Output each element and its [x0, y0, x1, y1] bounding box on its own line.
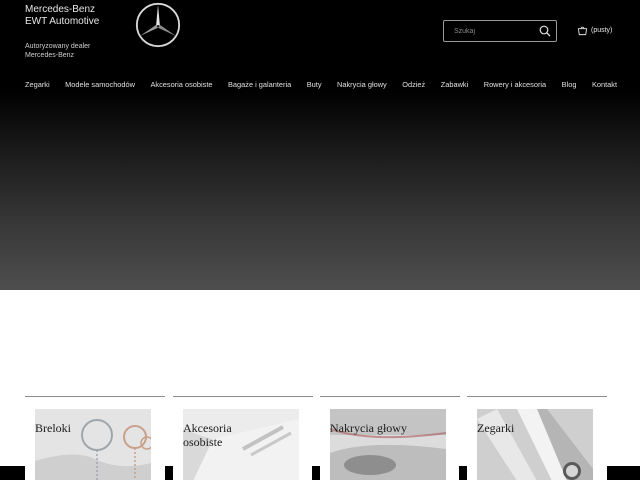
nav-nakrycia-glowy[interactable]: Nakrycia głowy — [337, 80, 387, 89]
search-box[interactable] — [443, 20, 557, 42]
main-nav: Zegarki Modele samochodów Akcesoria osob… — [25, 80, 617, 89]
category-strip-edge — [0, 466, 25, 480]
brand-block[interactable]: Mercedes-Benz EWT Automotive Autoryzowan… — [25, 4, 99, 60]
nav-zabawki[interactable]: Zabawki — [441, 80, 469, 89]
cart-link[interactable]: (pusty) — [577, 25, 612, 36]
nav-odziez[interactable]: Odzież — [402, 80, 425, 89]
category-tile-nakrycia-glowy[interactable]: Nakrycia głowy — [320, 396, 460, 480]
category-label: Zegarki — [477, 421, 515, 435]
category-tiles: Breloki Akcesoria osobiste Nakrycia głow… — [25, 396, 615, 480]
nav-akcesoria-osobiste[interactable]: Akcesoria osobiste — [150, 80, 212, 89]
category-label: Nakrycia głowy — [330, 421, 407, 435]
search-icon[interactable] — [539, 25, 551, 37]
category-tile-breloki[interactable]: Breloki — [25, 396, 165, 480]
nav-rowery-i-akcesoria[interactable]: Rowery i akcesoria — [484, 80, 546, 89]
nav-bagaze-i-galanteria[interactable]: Bagaże i galanteria — [228, 80, 291, 89]
headwear-image — [330, 409, 446, 480]
category-tile-zegarki[interactable]: Zegarki — [467, 396, 607, 480]
nav-blog[interactable]: Blog — [562, 80, 577, 89]
header-hero: Mercedes-Benz EWT Automotive Autoryzowan… — [0, 0, 640, 290]
cart-status: (pusty) — [591, 27, 613, 34]
watches-image — [477, 409, 593, 480]
search-input[interactable] — [444, 27, 529, 35]
mercedes-star-logo[interactable] — [135, 2, 181, 48]
brand-dealer-name: EWT Automotive — [25, 16, 100, 27]
nav-zegarki[interactable]: Zegarki — [25, 80, 50, 89]
nav-modele-samochodow[interactable]: Modele samochodów — [65, 80, 135, 89]
brand-tagline-1: Autoryzowany dealer — [25, 43, 91, 50]
category-label: Akcesoria osobiste — [183, 421, 232, 449]
nav-buty[interactable]: Buty — [307, 80, 322, 89]
basket-icon — [577, 26, 588, 36]
brand-name: Mercedes-Benz — [25, 4, 96, 15]
category-tile-akcesoria-osobiste[interactable]: Akcesoria osobiste — [173, 396, 313, 480]
category-label: Breloki — [35, 421, 71, 435]
brand-tagline-2: Mercedes-Benz — [25, 52, 75, 59]
nav-kontakt[interactable]: Kontakt — [592, 80, 617, 89]
keyrings-image — [35, 409, 151, 480]
